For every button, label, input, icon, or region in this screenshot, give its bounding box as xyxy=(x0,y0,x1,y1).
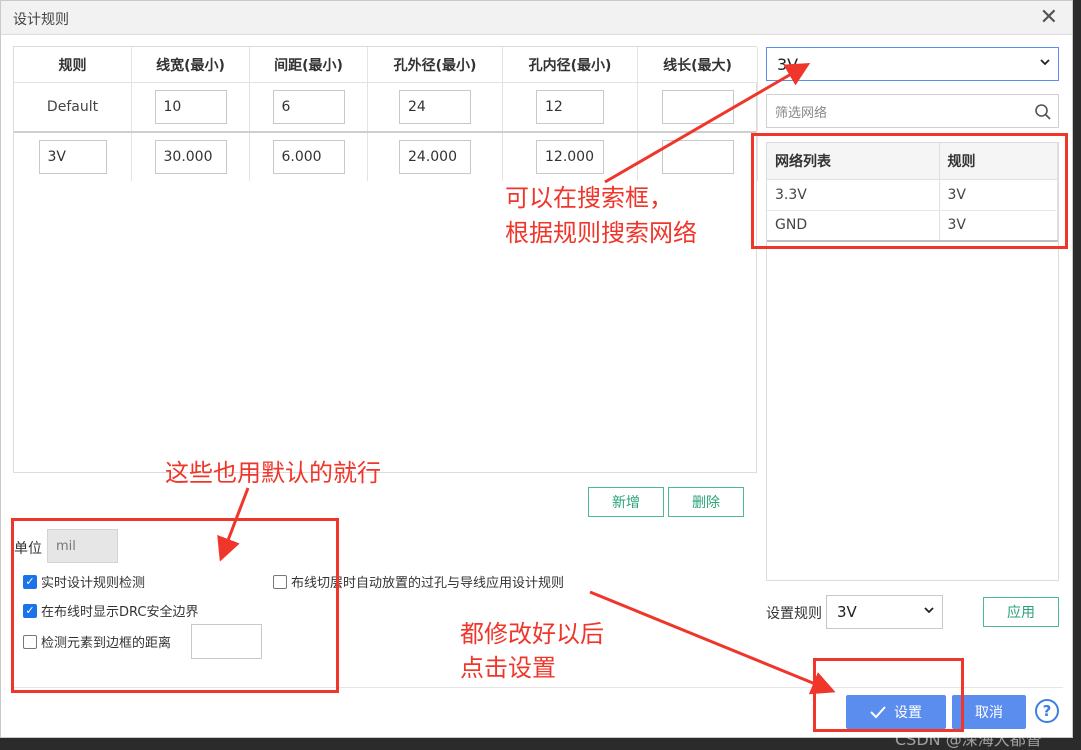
apply-button[interactable]: 应用 xyxy=(983,597,1059,627)
annotation-search-line2: 根据规则搜索网络 xyxy=(505,219,697,247)
search-icon[interactable] xyxy=(1034,103,1052,121)
rule-filter-select[interactable]: 3V xyxy=(766,47,1059,81)
net-filter-placeholder: 筛选网络 xyxy=(775,105,828,121)
rule-name-default: Default xyxy=(46,99,99,115)
chevron-down-icon xyxy=(1040,59,1050,66)
spacing-input-default[interactable] xyxy=(272,90,345,124)
annotation-box-settings xyxy=(11,518,339,693)
apply-rule-value: 3V xyxy=(837,603,857,621)
header-spacing: 间距(最小) xyxy=(250,47,368,83)
via-outer-input-default[interactable] xyxy=(399,90,471,124)
width-input-3v[interactable] xyxy=(154,140,227,174)
table-row: Default xyxy=(14,83,758,131)
close-icon[interactable]: ✕ xyxy=(1040,7,1058,29)
via-inner-input-default[interactable] xyxy=(536,90,604,124)
titlebar: 设计规则 ✕ xyxy=(1,1,1072,35)
help-icon[interactable]: ? xyxy=(1035,699,1059,723)
via-outer-input-3v[interactable] xyxy=(399,140,471,174)
apply-rule-label: 设置规则 xyxy=(766,606,822,622)
dialog-title: 设计规则 xyxy=(13,12,69,28)
apply-rule-select[interactable]: 3V xyxy=(826,595,943,629)
rule-filter-value: 3V xyxy=(777,54,799,74)
annotation-done-line2: 点击设置 xyxy=(460,654,556,682)
chevron-down-icon xyxy=(924,607,934,614)
via-inner-input-3v[interactable] xyxy=(536,140,604,174)
width-input-default[interactable] xyxy=(154,90,227,124)
header-via-inner: 孔内径(最小) xyxy=(503,47,638,83)
table-row xyxy=(14,131,758,181)
delete-rule-button[interactable]: 删除 xyxy=(668,487,744,517)
spacing-input-3v[interactable] xyxy=(272,140,345,174)
annotation-search-line1: 可以在搜索框， xyxy=(505,184,673,212)
rules-table: 规则 线宽(最小) 间距(最小) 孔外径(最小) 孔内径(最小) 线长(最大) … xyxy=(13,46,758,473)
annotation-box-net-list xyxy=(751,133,1068,249)
rules-table-header: 规则 线宽(最小) 间距(最小) 孔外径(最小) 孔内径(最小) 线长(最大) xyxy=(14,47,758,83)
net-filter-input[interactable]: 筛选网络 xyxy=(766,94,1059,128)
annotation-done-line1: 都修改好以后 xyxy=(460,620,604,648)
add-rule-button[interactable]: 新增 xyxy=(588,487,664,517)
annotation-box-ok xyxy=(813,658,964,732)
header-rule: 规则 xyxy=(14,47,132,83)
rule-name-input-3v[interactable] xyxy=(38,140,107,174)
header-length: 线长(最大) xyxy=(638,47,758,83)
length-input-default[interactable] xyxy=(661,90,734,124)
header-via-outer: 孔外径(最小) xyxy=(368,47,503,83)
header-width: 线宽(最小) xyxy=(132,47,250,83)
length-input-3v[interactable] xyxy=(661,140,734,174)
watermark: CSDN @深海大都督 xyxy=(895,730,1042,749)
annotation-default: 这些也用默认的就行 xyxy=(165,459,381,487)
